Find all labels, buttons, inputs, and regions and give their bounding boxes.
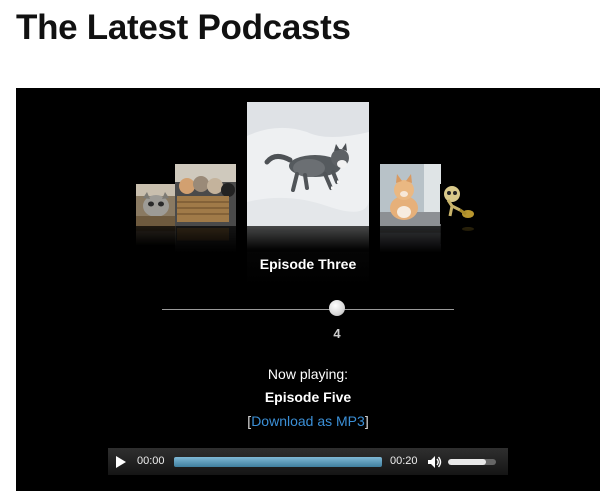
audio-player: 00:00 00:20 bbox=[108, 448, 508, 475]
volume-slider[interactable] bbox=[448, 459, 496, 465]
cover-reflection bbox=[247, 226, 369, 252]
carousel-slider-thumb[interactable] bbox=[329, 300, 345, 316]
cover-kittens-in-basket[interactable] bbox=[175, 164, 236, 226]
audio-progress-bar[interactable] bbox=[174, 457, 382, 467]
cover-kitten-in-basket[interactable] bbox=[136, 184, 176, 226]
cover-skull-figurine[interactable] bbox=[440, 184, 478, 224]
page-title: The Latest Podcasts bbox=[16, 8, 351, 47]
cover-reflection bbox=[380, 226, 441, 256]
bracket-close: ] bbox=[364, 413, 369, 429]
cover-orange-cat[interactable] bbox=[380, 164, 441, 226]
now-playing-label: Now playing: bbox=[267, 366, 349, 382]
volume-icon[interactable] bbox=[426, 454, 442, 470]
duration: 00:20 bbox=[390, 455, 418, 467]
download-line: [Download as MP3] bbox=[16, 413, 600, 429]
volume-level bbox=[448, 459, 487, 465]
cover-reflection bbox=[175, 226, 236, 256]
download-mp3-link[interactable]: Download as MP3 bbox=[251, 413, 365, 429]
play-icon[interactable] bbox=[116, 456, 126, 468]
carousel-position: 4 bbox=[333, 326, 341, 341]
podcast-player: Episode Three 4 Now playing: Episode Fiv… bbox=[16, 88, 600, 491]
now-playing-title: Episode Five bbox=[264, 389, 352, 405]
cover-reflection bbox=[440, 224, 478, 244]
featured-episode-title: Episode Three bbox=[259, 256, 357, 272]
cover-cat-in-snow[interactable] bbox=[247, 102, 369, 226]
carousel-slider-track[interactable] bbox=[162, 309, 454, 310]
current-time: 00:00 bbox=[137, 455, 165, 467]
cover-reflection bbox=[136, 226, 176, 248]
